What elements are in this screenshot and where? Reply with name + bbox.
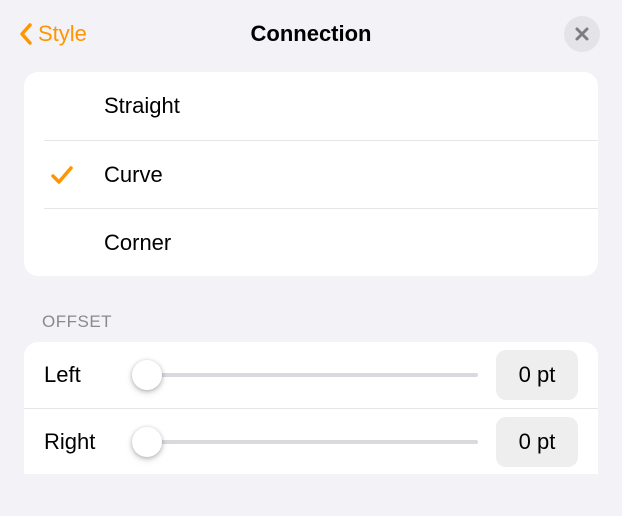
slider-track [132, 440, 478, 444]
offset-right-label: Right [44, 429, 114, 455]
offset-left-slider[interactable] [132, 360, 478, 390]
close-button[interactable] [564, 16, 600, 52]
header-bar: Style Connection [0, 0, 622, 72]
offset-left-row: Left 0 pt [24, 342, 598, 408]
checkmark-icon [50, 164, 74, 186]
connection-type-straight[interactable]: Straight [24, 72, 598, 140]
row-label: Curve [104, 162, 163, 188]
offset-left-label: Left [44, 362, 114, 388]
check-slot [44, 164, 104, 186]
slider-thumb[interactable] [132, 360, 162, 390]
offset-section-header: OFFSET [42, 312, 580, 332]
connection-type-corner[interactable]: Corner [44, 208, 598, 276]
page-title: Connection [251, 21, 372, 47]
connection-type-curve[interactable]: Curve [44, 140, 598, 208]
slider-track [132, 373, 478, 377]
offset-left-value[interactable]: 0 pt [496, 350, 578, 400]
back-button[interactable]: Style [18, 21, 87, 47]
offset-right-row: Right 0 pt [24, 408, 598, 474]
connection-type-list: Straight Curve Corner [24, 72, 598, 276]
chevron-left-icon [18, 22, 34, 46]
offset-right-value[interactable]: 0 pt [496, 417, 578, 467]
slider-thumb[interactable] [132, 427, 162, 457]
back-label: Style [38, 21, 87, 47]
row-label: Straight [104, 93, 180, 119]
row-label: Corner [104, 230, 171, 256]
close-icon [574, 26, 590, 42]
offset-right-slider[interactable] [132, 427, 478, 457]
offset-list: Left 0 pt Right 0 pt [24, 342, 598, 474]
